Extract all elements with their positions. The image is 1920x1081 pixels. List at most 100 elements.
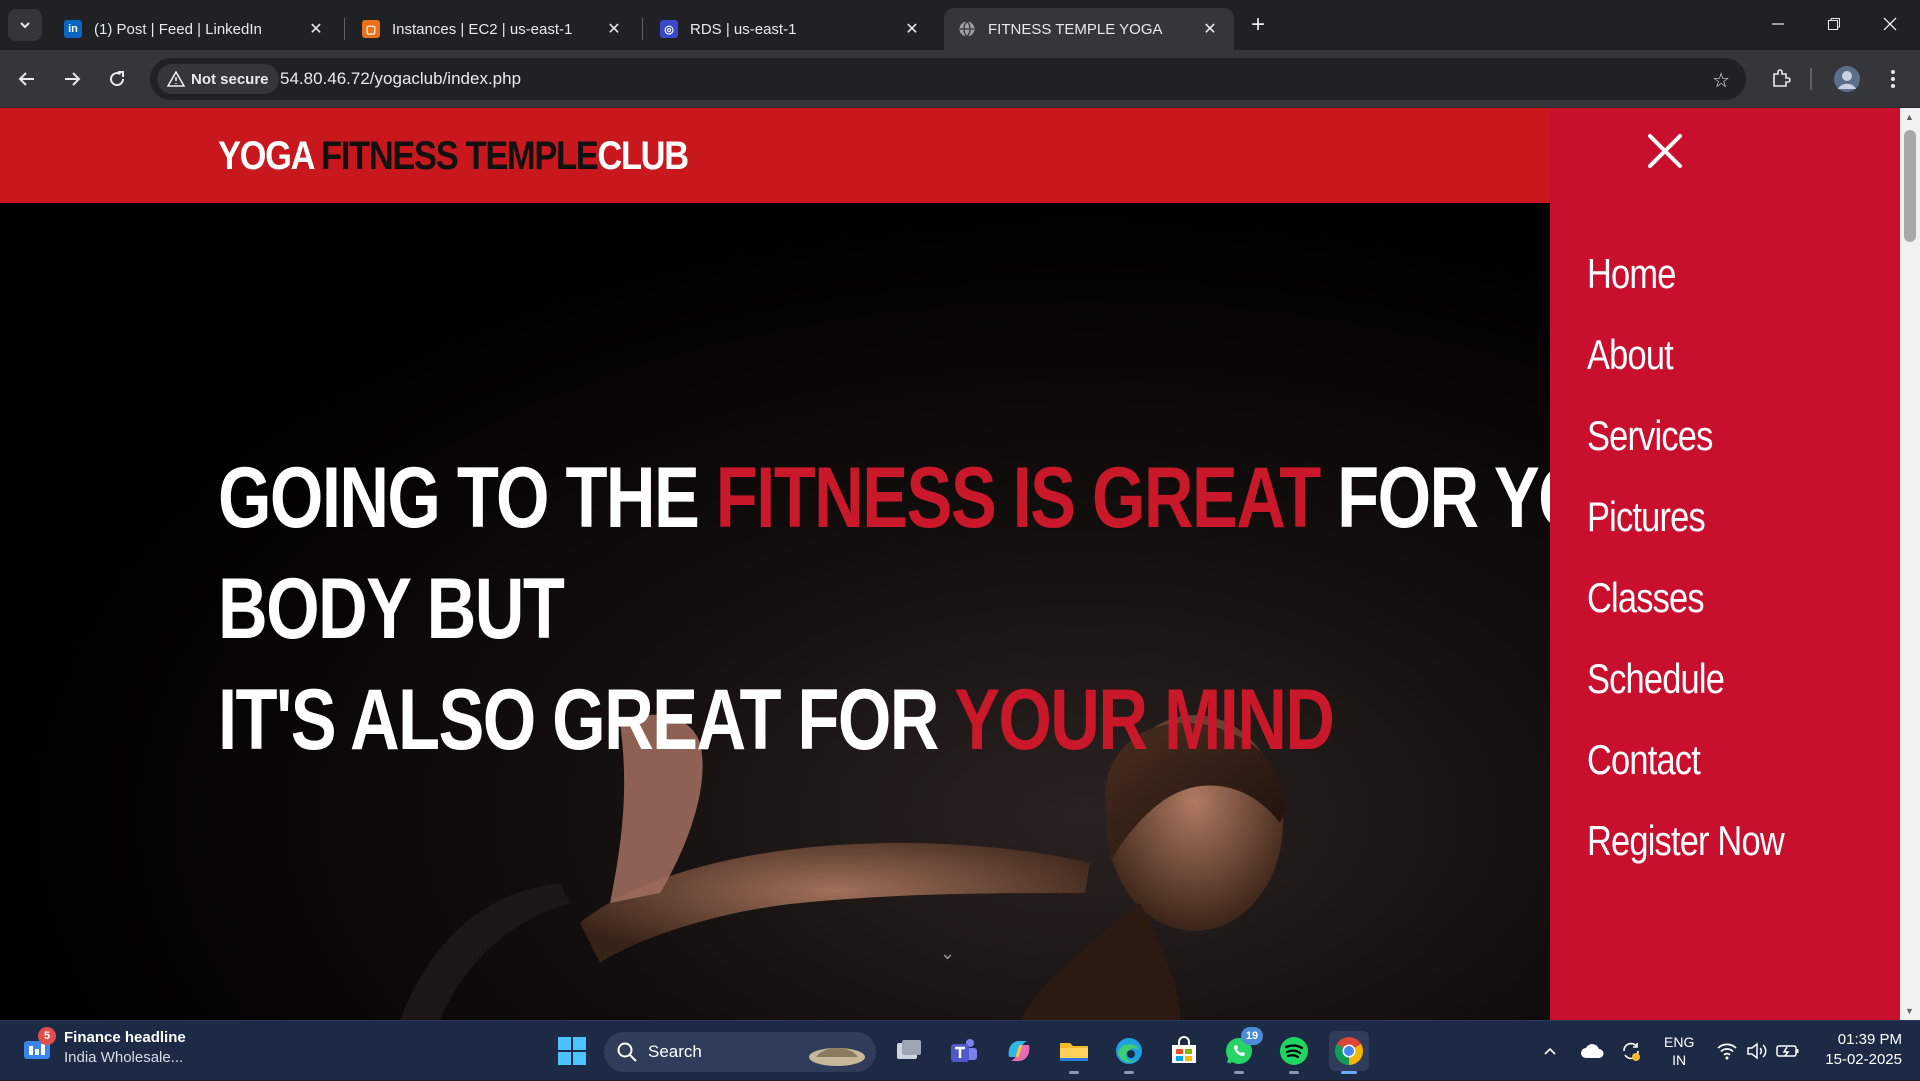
- close-icon[interactable]: ✕: [902, 19, 922, 39]
- headline-text: GOING TO THE: [218, 450, 716, 546]
- start-button[interactable]: [552, 1031, 592, 1071]
- url-text[interactable]: 54.80.46.72/yogaclub/index.php: [280, 69, 521, 89]
- file-explorer-app[interactable]: [1054, 1031, 1094, 1074]
- chrome-icon: [1335, 1037, 1363, 1065]
- tab-label: FITNESS TEMPLE YOGA: [988, 20, 1163, 38]
- scrollbar-thumb[interactable]: [1904, 130, 1916, 242]
- windows-logo-icon: [558, 1037, 586, 1065]
- headline-line-3: IT'S ALSO GREAT FOR YOUR MIND: [218, 665, 1335, 776]
- volume-tray[interactable]: [1746, 1021, 1768, 1081]
- tab-search-button[interactable]: [8, 9, 42, 41]
- news-widget[interactable]: 5 Finance headline India Wholesale...: [22, 1026, 186, 1066]
- chrome-app[interactable]: [1329, 1031, 1369, 1074]
- restore-button[interactable]: [1806, 0, 1862, 48]
- avatar-icon: [1834, 66, 1860, 92]
- menu-item-register-now[interactable]: Register Now: [1587, 817, 1785, 865]
- hero-section: GOING TO THE FITNESS IS GREAT FOR YOUR B…: [0, 203, 1550, 1020]
- copilot-app[interactable]: [999, 1031, 1039, 1071]
- chevron-down-icon: [20, 22, 30, 29]
- running-indicator: [1341, 1071, 1357, 1074]
- menu-item-pictures[interactable]: Pictures: [1587, 493, 1706, 541]
- teams-app[interactable]: [944, 1031, 984, 1071]
- puzzle-icon: [1773, 69, 1791, 87]
- tab-ec2[interactable]: ▢ Instances | EC2 | us-east-1 ✕: [348, 8, 638, 50]
- tab-separator: [344, 18, 345, 40]
- close-icon[interactable]: ✕: [604, 19, 624, 39]
- headline-highlight: YOUR MIND: [954, 672, 1335, 768]
- tray-overflow-button[interactable]: [1542, 1021, 1558, 1081]
- tab-rds[interactable]: ◎ RDS | us-east-1 ✕: [646, 8, 936, 50]
- edge-app[interactable]: [1109, 1031, 1149, 1074]
- profile-avatar[interactable]: [1832, 64, 1862, 94]
- hero-headline: GOING TO THE FITNESS IS GREAT FOR YOUR B…: [218, 443, 1550, 776]
- forward-button[interactable]: [55, 62, 89, 96]
- taskbar-search[interactable]: Search: [604, 1032, 876, 1072]
- onedrive-tray[interactable]: [1580, 1021, 1604, 1081]
- news-subtitle: India Wholesale...: [64, 1049, 184, 1066]
- site-header: YOGA FITNESS TEMPLECLUB: [0, 108, 1550, 203]
- page-scrollbar[interactable]: ▲ ▼: [1900, 108, 1920, 1020]
- close-icon: [1883, 17, 1897, 31]
- close-icon[interactable]: ✕: [306, 19, 326, 39]
- folder-icon: [1060, 1043, 1088, 1061]
- close-menu-icon[interactable]: [1642, 128, 1688, 174]
- tab-strip: in (1) Post | Feed | LinkedIn ✕ ▢ Instan…: [0, 0, 1920, 50]
- kebab-menu-icon: [1891, 70, 1895, 88]
- battery-tray[interactable]: [1776, 1021, 1800, 1081]
- network-tray[interactable]: [1716, 1021, 1738, 1081]
- whatsapp-app[interactable]: 19: [1219, 1027, 1263, 1074]
- microsoft-store-app[interactable]: [1164, 1031, 1204, 1071]
- news-widget-icon: 5: [22, 1026, 56, 1063]
- menu-item-schedule[interactable]: Schedule: [1587, 655, 1725, 703]
- menu-item-about[interactable]: About: [1587, 331, 1674, 379]
- running-indicator: [1124, 1071, 1134, 1074]
- scroll-down-arrow-icon[interactable]: ▼: [1905, 1006, 1914, 1016]
- new-tab-button[interactable]: +: [1245, 13, 1271, 39]
- teams-icon: [951, 1039, 977, 1062]
- tab-fitness-temple[interactable]: FITNESS TEMPLE YOGA ✕: [944, 8, 1234, 50]
- spotify-app[interactable]: [1274, 1031, 1314, 1074]
- whatsapp-badge: 19: [1241, 1027, 1263, 1045]
- site-logo[interactable]: YOGA FITNESS TEMPLECLUB: [218, 134, 689, 179]
- address-bar[interactable]: Not secure 54.80.46.72/yogaclub/index.ph…: [150, 58, 1746, 100]
- chrome-menu-button[interactable]: [1878, 64, 1908, 94]
- security-chip[interactable]: Not secure: [157, 64, 279, 94]
- sync-tray[interactable]: [1620, 1021, 1642, 1081]
- search-highlight-image: [809, 1048, 865, 1066]
- bookmark-star-icon[interactable]: ☆: [1712, 68, 1730, 93]
- restore-icon: [1828, 18, 1840, 30]
- reload-button[interactable]: [100, 62, 134, 96]
- browser-toolbar: Not secure 54.80.46.72/yogaclub/index.ph…: [0, 50, 1920, 108]
- clock-date: 15-02-2025: [1825, 1051, 1902, 1068]
- news-badge: 5: [38, 1026, 56, 1045]
- sync-icon: [1623, 1042, 1640, 1061]
- side-navigation-menu: Home About Services Pictures Classes Sch…: [1550, 108, 1900, 1020]
- arrow-right-icon: [65, 72, 81, 86]
- minimize-icon: [1772, 23, 1784, 25]
- headline-text: IT'S ALSO GREAT FOR: [218, 672, 955, 768]
- language-indicator[interactable]: ENG IN: [1664, 1021, 1694, 1081]
- battery-icon: [1776, 1045, 1799, 1057]
- linkedin-icon: in: [64, 20, 82, 38]
- extensions-button[interactable]: [1766, 64, 1796, 94]
- running-indicator: [1289, 1071, 1299, 1074]
- page-viewport: YOGA FITNESS TEMPLECLUB GOING TO THE FIT…: [0, 108, 1920, 1020]
- menu-item-services[interactable]: Services: [1587, 412, 1713, 460]
- scroll-down-icon[interactable]: ⌄: [940, 943, 955, 964]
- minimize-button[interactable]: [1750, 0, 1806, 48]
- menu-item-contact[interactable]: Contact: [1587, 736, 1701, 784]
- close-icon[interactable]: ✕: [1200, 19, 1220, 39]
- tab-linkedin[interactable]: in (1) Post | Feed | LinkedIn ✕: [50, 8, 340, 50]
- scroll-up-arrow-icon[interactable]: ▲: [1905, 112, 1914, 122]
- task-view-button[interactable]: [889, 1031, 929, 1071]
- menu-item-classes[interactable]: Classes: [1587, 574, 1705, 622]
- headline-text: FOR YOUR: [1337, 450, 1550, 546]
- warning-icon: [167, 71, 185, 87]
- menu-item-home[interactable]: Home: [1587, 250, 1676, 298]
- taskbar-clock[interactable]: 01:39 PM 15-02-2025: [1812, 1030, 1902, 1070]
- task-view-icon: [897, 1040, 921, 1059]
- back-button[interactable]: [10, 62, 44, 96]
- news-title: Finance headline: [64, 1029, 186, 1046]
- running-indicator: [1069, 1071, 1079, 1074]
- close-window-button[interactable]: [1862, 0, 1918, 48]
